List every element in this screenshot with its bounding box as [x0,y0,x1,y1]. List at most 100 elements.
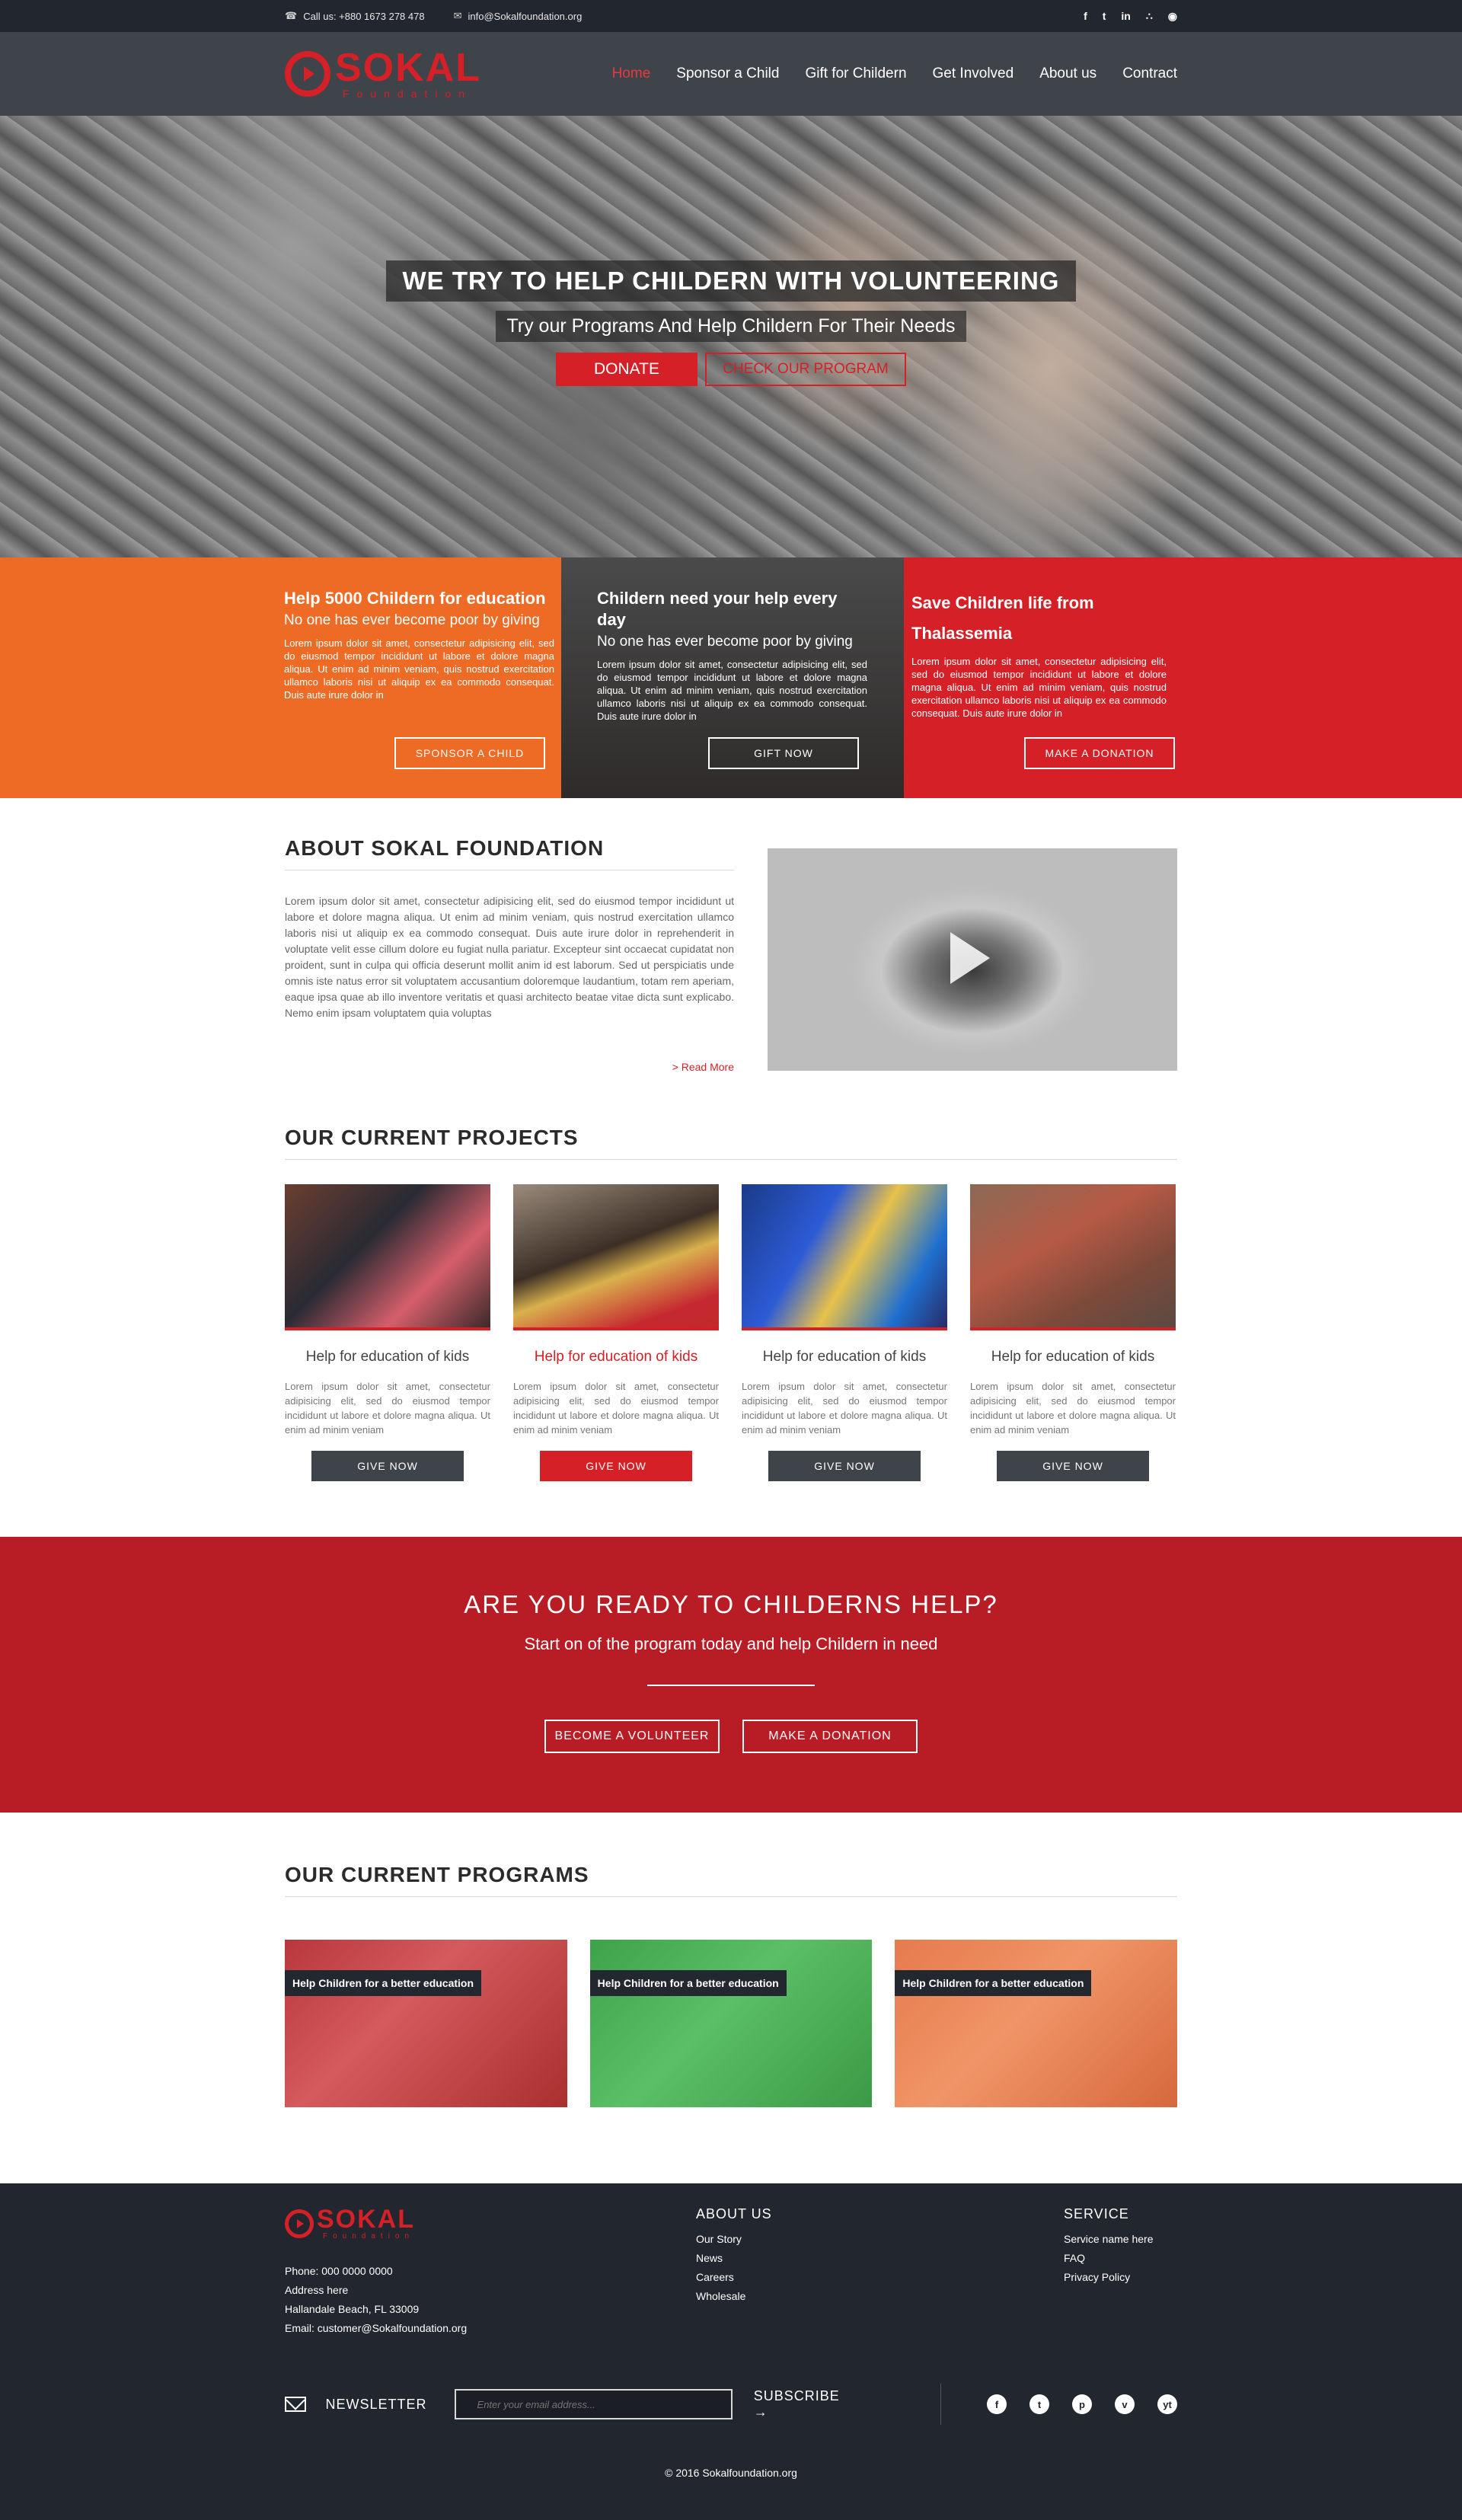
play-icon[interactable] [950,932,990,984]
newsletter-label: NEWSLETTER [325,2396,427,2412]
feature-strip: Help 5000 Childern for education No one … [0,557,1462,798]
project-image[interactable] [970,1184,1176,1330]
site-header: SOKAL Foundation Home Sponsor a Child Gi… [0,32,1462,116]
footer-link-faq[interactable]: FAQ [1064,2249,1154,2268]
project-card: Help for education of kids Lorem ipsum d… [970,1184,1176,1481]
projects-title: OUR CURRENT PROJECTS [285,1126,1177,1160]
nav-gift-children[interactable]: Gift for Childern [805,65,906,82]
feature-help: Childern need your help every day No one… [561,557,904,798]
give-now-button[interactable]: GIVE NOW [540,1451,692,1481]
nav-home[interactable]: Home [612,65,651,82]
give-now-button[interactable]: GIVE NOW [768,1451,921,1481]
project-card: Help for education of kids Lorem ipsum d… [285,1184,490,1481]
phone-text: Call us: +880 1673 278 478 [303,10,425,22]
facebook-icon[interactable]: f [1084,10,1087,23]
footer-logo[interactable]: SOKAL Foundation [285,2206,696,2241]
cta-title: ARE YOU READY TO CHILDERNS HELP? [464,1590,998,1618]
phone-icon: ☎ [285,10,298,21]
about-title: ABOUT SOKAL FOUNDATION [285,836,734,870]
nav-sponsor-child[interactable]: Sponsor a Child [676,65,779,82]
check-program-button[interactable]: CHECK OUR PROGRAM [705,353,906,386]
footer-link-wholesale[interactable]: Wholesale [696,2287,1064,2306]
program-label: Help Children for a better education [285,1970,482,1996]
project-text: Lorem ipsum dolor sit amet, consectetur … [970,1381,1176,1436]
footer-link-news[interactable]: News [696,2249,1064,2268]
nav-get-involved[interactable]: Get Involved [933,65,1014,82]
feature-title: Help 5000 Childern for education [284,589,546,608]
program-card[interactable]: Help Children for a better education [589,1940,873,2107]
program-card[interactable]: Help Children for a better education [895,1940,1178,2107]
project-text: Lorem ipsum dolor sit amet, consectetur … [285,1381,490,1436]
project-title[interactable]: Help for education of kids [513,1349,719,1365]
project-image[interactable] [742,1184,947,1330]
footer-logo-sub: Foundation [323,2232,415,2241]
project-card: Help for education of kids Lorem ipsum d… [742,1184,947,1481]
copyright: © 2016 Sokalfoundation.org [665,2467,797,2479]
footer-address: Address here [285,2284,349,2296]
mail-icon: ✉ [453,10,462,21]
dribbble-icon[interactable]: ◉ [1168,10,1177,23]
programs-title: OUR CURRENT PROGRAMS [285,1863,1177,1897]
cta-subtitle: Start on of the program today and help C… [524,1634,938,1653]
nav-contract[interactable]: Contract [1122,65,1177,82]
twitter-icon[interactable]: t [1029,2394,1049,2414]
nav-about-us[interactable]: About us [1039,65,1096,82]
give-now-button[interactable]: GIVE NOW [311,1451,464,1481]
email-text[interactable]: info@Sokalfoundation.org [468,11,583,22]
sponsor-child-button[interactable]: SPONSOR A CHILD [394,737,545,769]
about-video[interactable] [768,848,1177,1071]
read-more-link[interactable]: > Read More [285,1061,734,1073]
rss-icon[interactable]: ∴ [1146,10,1153,23]
project-title[interactable]: Help for education of kids [285,1349,490,1365]
program-card[interactable]: Help Children for a better education [285,1940,567,2107]
footer-link-our-story[interactable]: Our Story [696,2230,1064,2249]
subscribe-button[interactable]: SUBSCRIBE → [754,2388,857,2420]
donate-button[interactable]: DONATE [556,353,697,386]
twitter-icon[interactable]: t [1103,10,1106,23]
envelope-icon [285,2397,306,2412]
footer-about-title: ABOUT US [696,2206,772,2221]
feature-text: Lorem ipsum dolor sit amet, consectetur … [284,637,554,701]
project-image[interactable] [285,1184,490,1330]
become-volunteer-button[interactable]: BECOME A VOLUNTEER [544,1720,720,1753]
feature-text: Lorem ipsum dolor sit amet, consectetur … [911,656,1167,719]
footer-link-privacy[interactable]: Privacy Policy [1064,2268,1154,2287]
facebook-icon[interactable]: f [987,2394,1007,2414]
feature-thalassemia: Save Children life from Thalassemia Lore… [904,557,1462,798]
footer-logo-icon [285,2209,314,2238]
footer-logo-name: SOKAL [317,2205,415,2234]
logo-name: SOKAL [335,46,481,90]
program-label: Help Children for a better education [589,1970,787,1996]
email-info: ✉ info@Sokalfoundation.org [454,10,583,22]
give-now-button[interactable]: GIVE NOW [997,1451,1149,1481]
pinterest-icon[interactable]: p [1072,2394,1092,2414]
project-image[interactable] [513,1184,719,1330]
logo-sub: Foundation [343,88,473,100]
logo[interactable]: SOKAL Foundation [285,48,481,100]
linkedin-icon[interactable]: in [1121,10,1130,23]
newsletter-bar: NEWSLETTER SUBSCRIBE → f t p v yt [285,2374,1177,2435]
hero-title: WE TRY TO HELP CHILDERN WITH VOLUNTEERIN… [385,260,1077,302]
hero-banner: WE TRY TO HELP CHILDERN WITH VOLUNTEERIN… [0,116,1462,557]
vimeo-icon[interactable]: v [1115,2394,1135,2414]
project-text: Lorem ipsum dolor sit amet, consectetur … [742,1381,947,1436]
main-nav: Home Sponsor a Child Gift for Childern G… [612,65,1177,82]
project-title[interactable]: Help for education of kids [742,1349,947,1365]
youtube-icon[interactable]: yt [1157,2394,1177,2414]
footer-link-service[interactable]: Service name here [1064,2230,1154,2249]
feature-title: Save Children life from Thalassemia [911,593,1094,643]
footer-email: Email: customer@Sokalfoundation.org [285,2322,468,2334]
feature-text: Lorem ipsum dolor sit amet, consectetur … [597,659,867,722]
program-label: Help Children for a better education [895,1970,1092,1996]
footer-link-careers[interactable]: Careers [696,2268,1064,2287]
hero-subtitle: Try our Programs And Help Childern For T… [496,311,966,342]
make-donation-button[interactable]: MAKE A DONATION [1024,737,1175,769]
gift-now-button[interactable]: GIFT NOW [708,737,859,769]
newsletter-email-input[interactable] [454,2389,733,2419]
cta-donation-button[interactable]: MAKE A DONATION [742,1720,918,1753]
project-card: Help for education of kids Lorem ipsum d… [513,1184,719,1481]
about-section: ABOUT SOKAL FOUNDATION Lorem ipsum dolor… [0,798,1462,1126]
feature-subtitle: No one has ever become poor by giving [597,634,853,650]
project-title[interactable]: Help for education of kids [970,1349,1176,1365]
feature-subtitle: No one has ever become poor by giving [284,612,540,628]
